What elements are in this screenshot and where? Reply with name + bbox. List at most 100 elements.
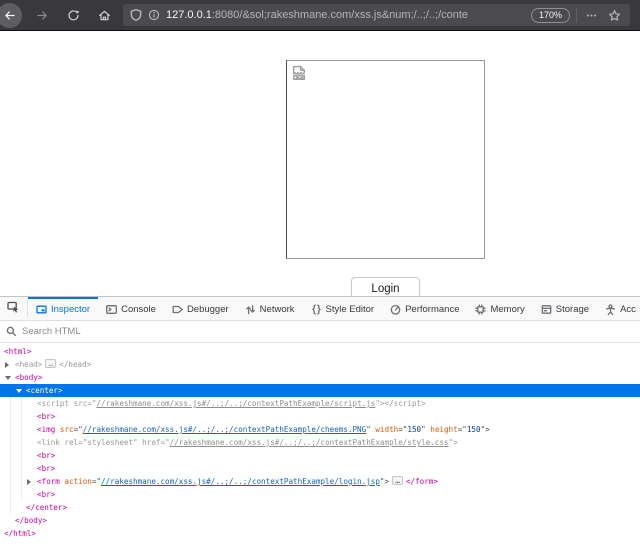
devtools-toolbar: Inspector Console Debugger Network Style Edi… <box>0 297 640 321</box>
home-icon <box>98 9 111 22</box>
page-actions-ellipsis-icon[interactable] <box>583 9 600 22</box>
markup-attr: action <box>60 477 92 486</box>
markup-tag: </body> <box>15 516 47 525</box>
markup-val: 150 <box>407 425 421 434</box>
collapsed-content-ellipsis[interactable]: … <box>392 476 403 485</box>
zoom-level-badge[interactable]: 170% <box>531 8 570 23</box>
markup-row[interactable]: <center> <box>0 384 640 397</box>
markup-tag: </html> <box>4 529 36 538</box>
tab-inspector[interactable]: Inspector <box>28 297 98 320</box>
url-path: :8080/&sol;rakeshmane.com/xss.js&num;/..… <box>212 9 468 21</box>
markup-tag: <body> <box>15 373 42 382</box>
tab-network[interactable]: Network <box>237 297 303 320</box>
markup-row[interactable]: <html> <box>0 345 640 358</box>
markup-tag: <head> <box>15 360 42 369</box>
forward-button[interactable] <box>31 4 53 26</box>
markup-row[interactable]: </html> <box>0 527 640 540</box>
tab-label: Inspector <box>51 304 90 315</box>
markup-row[interactable]: <script src="//rakeshmane.com/xss.js#/..… <box>0 397 640 410</box>
tab-label: Acc <box>620 304 636 315</box>
search-input[interactable] <box>22 326 634 337</box>
tab-performance[interactable]: Performance <box>382 297 467 320</box>
markup-punc: =" <box>398 425 407 434</box>
tab-label: Debugger <box>187 304 229 315</box>
markup-row[interactable]: <img src="//rakeshmane.com/xss.js#/..;/.… <box>0 423 640 436</box>
console-icon <box>106 304 117 315</box>
home-button[interactable] <box>93 4 115 26</box>
markup-row[interactable]: <br> <box>0 462 640 475</box>
markup-tag: </script> <box>385 399 426 408</box>
markup-tag: <script <box>37 399 69 408</box>
expand-twisty-icon[interactable] <box>27 479 31 485</box>
devtools-tabs: Inspector Console Debugger Network Style Edi… <box>28 297 640 320</box>
info-icon[interactable] <box>148 9 160 21</box>
login-button[interactable]: Login <box>351 277 420 296</box>
markup-tag: <br> <box>37 451 55 460</box>
tab-label: Memory <box>490 304 524 315</box>
markup-val: 150 <box>467 425 481 434</box>
markup-row[interactable]: <body> <box>0 371 640 384</box>
markup-tag: </head> <box>59 360 91 369</box>
tab-acc[interactable]: Acc <box>597 297 640 320</box>
markup-link: //rakeshmane.com/xss.js#/..;/..;/context… <box>83 425 366 434</box>
tab-storage[interactable]: Storage <box>533 297 597 320</box>
search-icon <box>6 326 17 337</box>
back-icon <box>3 9 16 22</box>
url-text[interactable]: 127.0.0.1:8080/&sol;rakeshmane.com/xss.j… <box>166 9 525 21</box>
markup-link: //rakeshmane.com/xss.js#/..;/..;/context… <box>170 438 449 447</box>
accessibility-person-icon <box>605 304 616 315</box>
urlbar-separator <box>576 8 577 23</box>
inspector-icon <box>36 304 47 315</box>
performance-gauge-icon <box>390 304 401 315</box>
markup-row[interactable]: <br> <box>0 488 640 501</box>
markup-attr: src <box>69 399 87 408</box>
tab-label: Network <box>260 304 295 315</box>
markup-punc: =" <box>74 425 83 434</box>
expand-twisty-icon[interactable] <box>5 362 9 368</box>
tab-debugger[interactable]: Debugger <box>164 297 237 320</box>
markup-tag: <br> <box>37 412 55 421</box>
shield-icon[interactable] <box>130 9 142 21</box>
url-host: 127.0.0.1 <box>166 9 212 21</box>
broken-image-placeholder <box>286 60 485 259</box>
markup-punc: =" <box>160 438 169 447</box>
markup-row[interactable]: <link rel="stylesheet" href="//rakeshman… <box>0 436 640 449</box>
markup-row[interactable]: <form action="//rakeshmane.com/xss.js#/.… <box>0 475 640 488</box>
markup-row[interactable]: <br> <box>0 449 640 462</box>
tab-label: Storage <box>556 304 589 315</box>
page-viewport: Login <box>0 31 640 296</box>
markup-tag: <form <box>37 477 60 486</box>
markup-tag: <link <box>37 438 60 447</box>
browser-toolbar: 127.0.0.1:8080/&sol;rakeshmane.com/xss.j… <box>0 0 640 31</box>
markup-punc: =" <box>92 477 101 486</box>
tab-console[interactable]: Console <box>98 297 164 320</box>
reload-icon <box>67 9 80 22</box>
markup-tag: <html> <box>4 347 31 356</box>
tab-memory[interactable]: Memory <box>467 297 532 320</box>
pick-element-button[interactable] <box>0 297 27 320</box>
markup-punc: =" <box>458 425 467 434</box>
url-bar[interactable]: 127.0.0.1:8080/&sol;rakeshmane.com/xss.j… <box>123 4 630 26</box>
memory-chip-icon <box>475 304 486 315</box>
markup-link: //rakeshmane.com/xss.js#/..;/..;/context… <box>101 477 380 486</box>
markup-row[interactable]: <head>…</head> <box>0 358 640 371</box>
reload-button[interactable] <box>62 4 84 26</box>
markup-attr: height <box>426 425 458 434</box>
bookmark-star-icon[interactable] <box>606 9 623 22</box>
collapse-twisty-icon[interactable] <box>5 376 11 380</box>
markup-row[interactable]: </center> <box>0 501 640 514</box>
markup-punc: "> <box>481 425 490 434</box>
forward-icon <box>36 9 49 22</box>
markup-val: stylesheet <box>87 438 133 447</box>
back-button[interactable] <box>0 3 22 28</box>
markup-punc: "> <box>375 399 384 408</box>
tab-style-editor[interactable]: Style Editor <box>303 297 383 320</box>
collapse-twisty-icon[interactable] <box>16 389 22 393</box>
tab-label: Performance <box>405 304 459 315</box>
markup-row[interactable]: </body> <box>0 514 640 527</box>
markup-attr: src <box>55 425 73 434</box>
markup-row[interactable]: <br> <box>0 410 640 423</box>
collapsed-content-ellipsis[interactable]: … <box>45 359 56 368</box>
markup-tag: </center> <box>26 503 67 512</box>
search-bar <box>0 321 640 343</box>
